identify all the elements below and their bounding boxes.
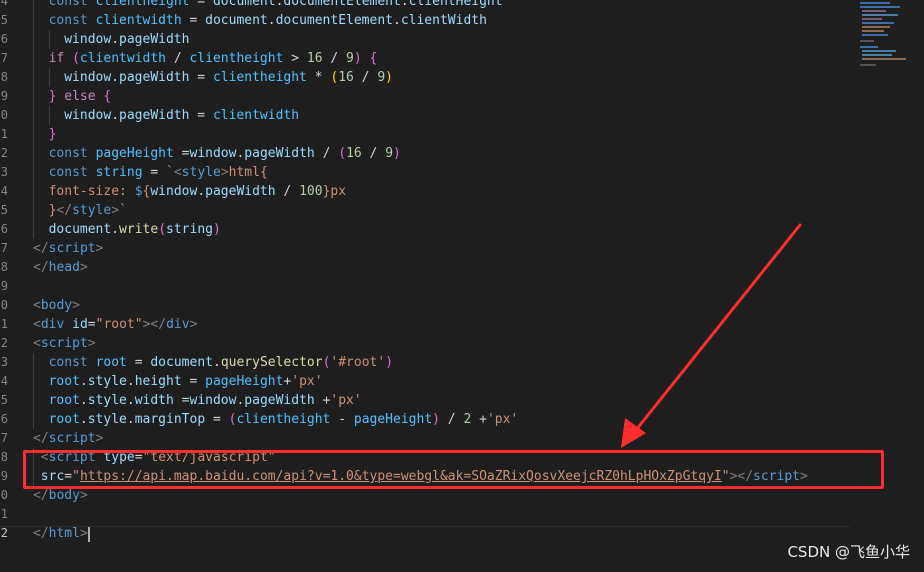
annotation-arrow: [621, 223, 802, 448]
watermark: CSDN @飞鱼小华: [787, 543, 910, 561]
